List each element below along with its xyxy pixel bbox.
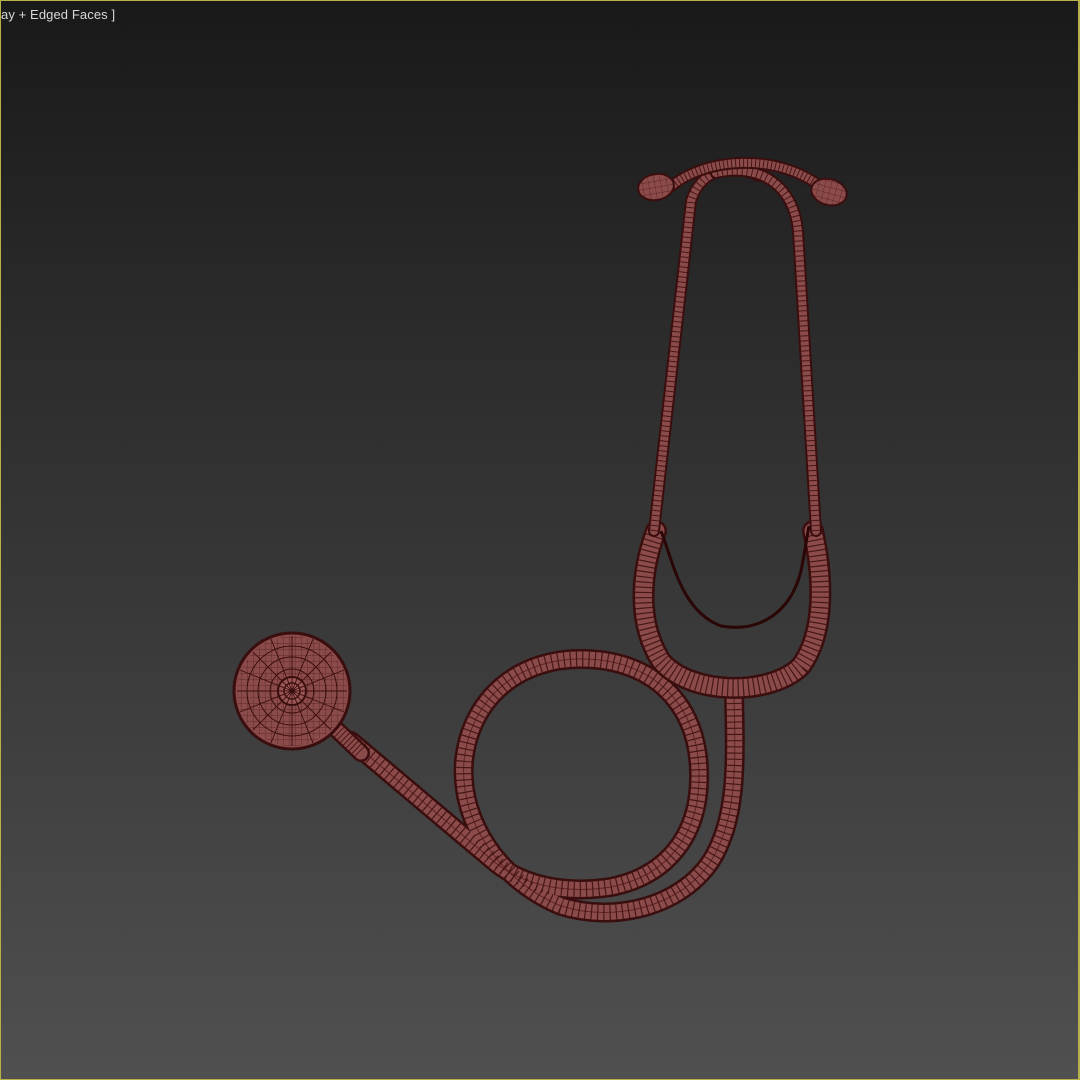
binaural-frame[interactable] <box>632 156 832 699</box>
stethoscope-model[interactable] <box>1 1 1080 1080</box>
ear-tip-left[interactable] <box>636 171 676 203</box>
viewport-perspective[interactable]: ay + Edged Faces ] <box>0 0 1080 1080</box>
chest-piece[interactable] <box>232 631 352 751</box>
chest-piece-stem[interactable] <box>327 720 370 762</box>
tube-loop[interactable] <box>341 648 745 923</box>
